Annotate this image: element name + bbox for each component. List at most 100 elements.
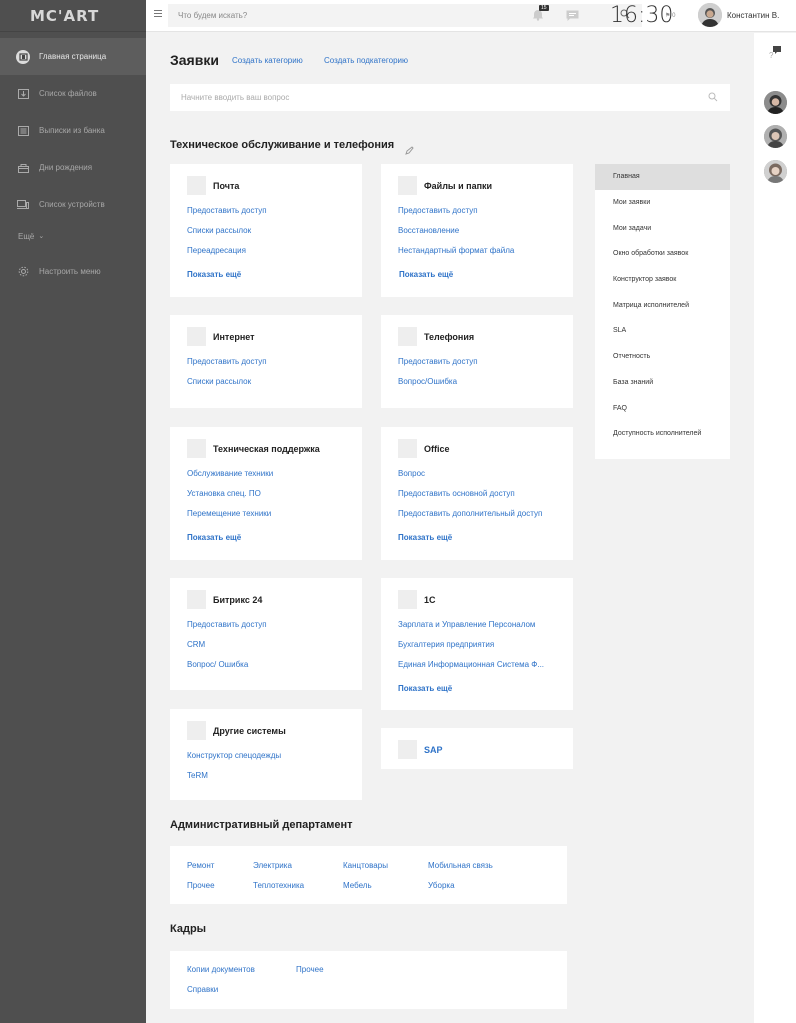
hr-link[interactable]: Копии документов [187,965,255,974]
show-more-link[interactable]: Показать ещё [381,266,573,279]
admin-link[interactable]: Уборка [428,881,455,890]
sidebar-item-birthdays[interactable]: Дни рождения [0,149,146,186]
sidebar-item-settings[interactable]: Настроить меню [0,253,146,290]
menu-item-knowledge-base[interactable]: База знаний [595,370,730,396]
card-link[interactable]: Единая Информационная Система Ф... [398,660,573,680]
card-link[interactable]: Нестандартный формат файла [398,246,573,266]
card-title[interactable]: Техническая поддержка [213,444,320,454]
card-link[interactable]: Списки рассылок [187,226,362,246]
category-card-support: Техническая поддержка Обслуживание техни… [170,427,362,560]
admin-link[interactable]: Электрика [253,861,292,870]
card-link[interactable]: Бухгалтерия предприятия [398,640,573,660]
card-link[interactable]: Перемещение техники [187,509,362,529]
menu-item-home[interactable]: Главная [595,164,730,190]
menu-item-matrix[interactable]: Матрица исполнителей [595,292,730,318]
sidebar-more-label: Ещё [18,231,35,241]
messages-button[interactable] [566,9,579,27]
sidebar-item-label: Выписки из банка [39,126,105,135]
admin-link[interactable]: Канцтовары [343,861,388,870]
menu-item-my-requests[interactable]: Мои заявки [595,190,730,216]
show-more-link[interactable]: Показать ещё [381,680,573,693]
contact-avatar[interactable] [764,125,787,148]
hr-link[interactable]: Справки [187,985,218,994]
hr-link[interactable]: Прочее [296,965,324,974]
menu-toggle-icon[interactable] [154,10,162,19]
card-link[interactable]: Предоставить дополнительный доступ [398,509,573,529]
admin-link[interactable]: Теплотехника [253,881,304,890]
sidebar-more[interactable]: Ещё ⌄ [0,223,146,249]
flag-counter[interactable]: ⚑ 0 [665,12,675,19]
files-icon [16,87,30,101]
logo[interactable]: MC'ART [0,0,146,32]
category-card-office: Office Вопрос Предоставить основной дост… [381,427,573,560]
menu-item-my-tasks[interactable]: Мои задачи [595,215,730,241]
card-title[interactable]: Телефония [424,332,474,342]
contact-avatar[interactable] [764,91,787,114]
card-link[interactable]: Предоставить доступ [398,357,573,377]
card-link[interactable]: TeRM [187,771,362,791]
card-link[interactable]: Предоставить доступ [398,206,573,226]
menu-item-availability[interactable]: Доступность исполнителей [595,421,730,447]
card-link[interactable]: Переадресация [187,246,362,266]
create-subcategory-link[interactable]: Создать подкатегорию [324,56,408,65]
category-icon [187,590,206,609]
sidebar-item-bank[interactable]: Выписки из банка [0,112,146,149]
card-link[interactable]: Вопрос/ Ошибка [187,660,362,680]
create-category-link[interactable]: Создать категорию [232,56,303,65]
card-link[interactable]: Предоставить доступ [187,357,362,377]
show-more-link[interactable]: Показать ещё [381,529,573,542]
show-more-link[interactable]: Показать ещё [170,529,362,542]
card-title[interactable]: Почта [213,181,239,191]
menu-item-sla[interactable]: SLA [595,318,730,344]
card-title[interactable]: Office [424,444,450,454]
category-card-internet: Интернет Предоставить доступ Списки расс… [170,315,362,408]
bank-icon [16,124,30,138]
menu-item-constructor[interactable]: Конструктор заявок [595,267,730,293]
card-title[interactable]: Битрикс 24 [213,595,262,605]
sidebar-item-files[interactable]: Список файлов [0,75,146,112]
card-link[interactable]: Конструктор спецодежды [187,751,362,771]
user-name[interactable]: Константин В. [727,11,779,20]
card-link[interactable]: Вопрос/Ошибка [398,377,573,397]
help-chat-icon[interactable]: ? [768,45,782,64]
card-link[interactable]: Обслуживание техники [187,469,362,489]
category-icon [398,327,417,346]
contact-avatar[interactable] [764,160,787,183]
admin-link[interactable]: Мебель [343,881,372,890]
card-link[interactable]: Восстановление [398,226,573,246]
menu-item-reports[interactable]: Отчетность [595,344,730,370]
sidebar-item-home[interactable]: Главная страница [0,38,146,75]
card-link[interactable]: Предоставить доступ [187,206,362,226]
card-title[interactable]: Файлы и папки [424,181,492,191]
global-search-placeholder: Что будем искать? [178,11,248,20]
pencil-icon[interactable] [405,142,414,160]
category-card-other: Другие системы Конструктор спецодежды Te… [170,709,362,800]
admin-link[interactable]: Мобильная связь [428,861,493,870]
card-link[interactable]: Предоставить доступ [187,620,362,640]
card-title[interactable]: 1С [424,595,436,605]
menu-item-faq[interactable]: FAQ [595,395,730,421]
user-avatar[interactable] [698,3,722,27]
show-more-link[interactable]: Показать ещё [170,266,362,279]
sidebar: MC'ART Главная страница Список файлов Вы… [0,0,146,1023]
card-link[interactable]: Вопрос [398,469,573,489]
card-link[interactable]: CRM [187,640,362,660]
notifications-button[interactable]: 15 [532,5,549,26]
right-panel: ? [754,33,796,1023]
search-icon[interactable] [708,92,718,104]
card-title[interactable]: Другие системы [213,726,286,736]
card-link[interactable]: Предоставить основной доступ [398,489,573,509]
category-icon [187,327,206,346]
card-link[interactable]: Установка спец. ПО [187,489,362,509]
admin-link[interactable]: Ремонт [187,861,214,870]
card-title[interactable]: Интернет [213,332,255,342]
question-search-input[interactable]: Начните вводить ваш вопрос [170,84,730,111]
card-link[interactable]: Списки рассылок [187,377,362,397]
card-link[interactable]: Зарплата и Управление Персоналом [398,620,573,640]
category-icon [187,439,206,458]
card-title[interactable]: SAP [424,745,443,755]
menu-item-processing[interactable]: Окно обработки заявок [595,241,730,267]
category-card-mail: Почта Предоставить доступ Списки рассыло… [170,164,362,297]
sidebar-item-devices[interactable]: Список устройств [0,186,146,223]
admin-link[interactable]: Прочее [187,881,215,890]
